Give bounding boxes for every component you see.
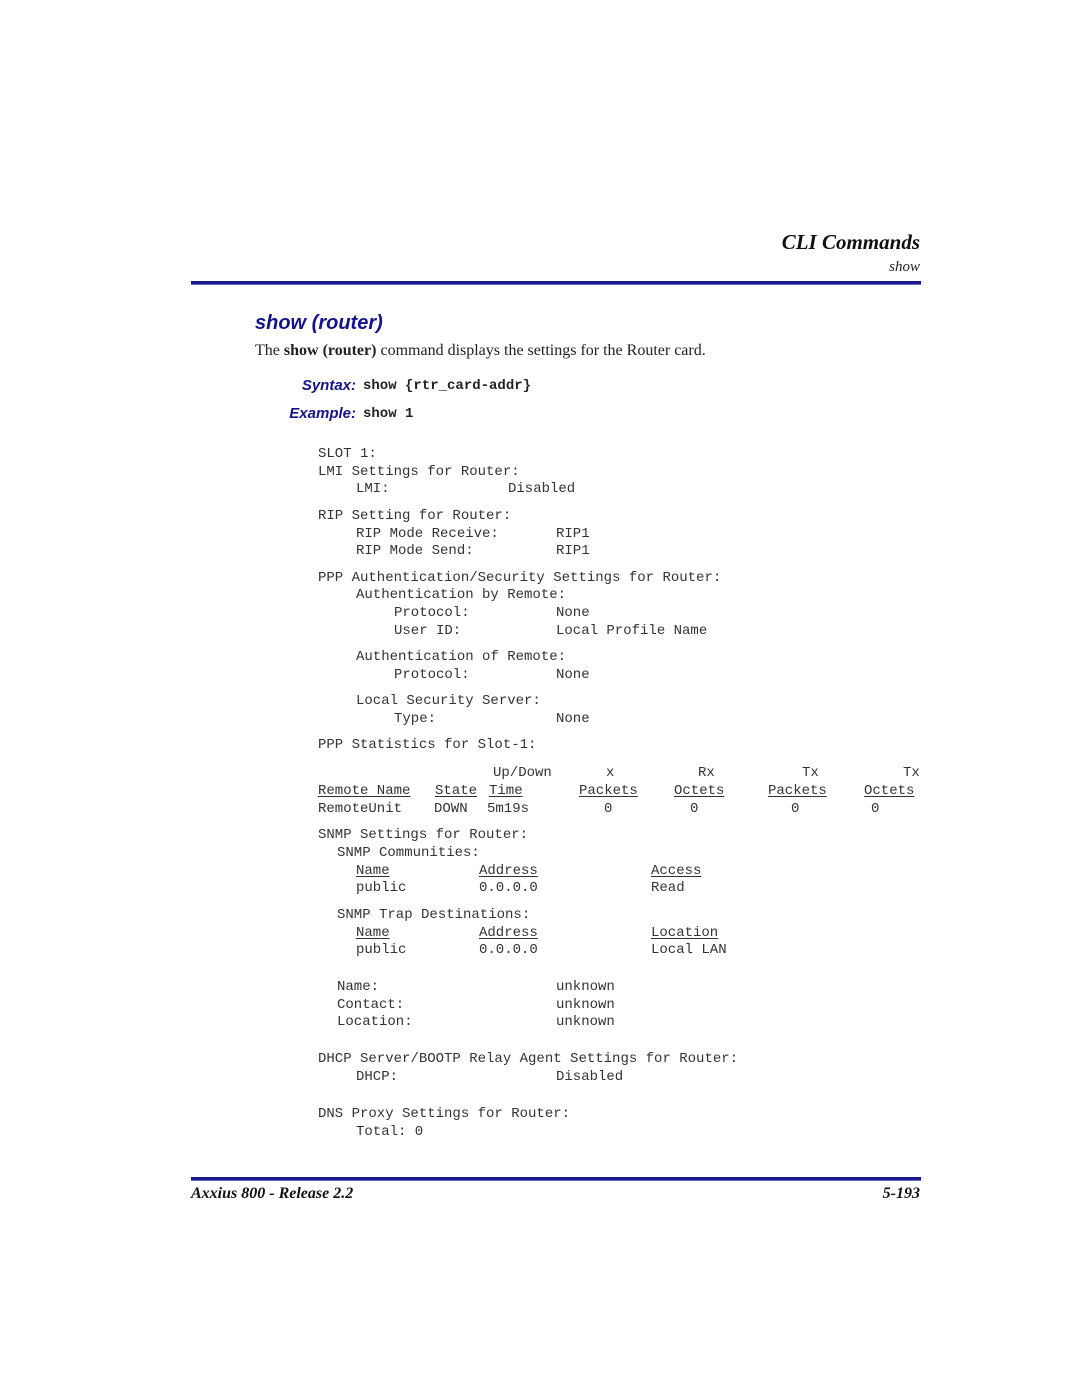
- traps-cell-address: 0.0.0.0: [479, 942, 538, 958]
- rip-heading: RIP Setting for Router:: [318, 508, 512, 524]
- stats-cell-rx-octets: 0: [690, 801, 699, 817]
- traps-col-address: Address: [479, 925, 538, 941]
- desc-text: The: [255, 342, 284, 359]
- ppp-auth-heading: PPP Authentication/Security Settings for…: [318, 570, 722, 586]
- section-title: show (router): [255, 312, 383, 334]
- stats-col-tx-octets: Octets: [864, 783, 915, 799]
- auth-of-remote-heading: Authentication of Remote:: [356, 649, 567, 665]
- running-header-subtitle: show: [889, 259, 920, 275]
- stats-cell-time: 5m19s: [487, 801, 530, 817]
- syntax-label: Syntax:: [301, 377, 356, 394]
- stats-header-top-tx-packets: Tx: [802, 765, 819, 781]
- traps-cell-location: Local LAN: [651, 942, 727, 958]
- communities-cell-name: public: [356, 880, 407, 896]
- dns-heading: DNS Proxy Settings for Router:: [318, 1106, 571, 1122]
- communities-col-access: Access: [651, 863, 702, 879]
- communities-col-address: Address: [479, 863, 538, 879]
- footer-product: Axxius 800 - Release 2.2: [191, 1185, 354, 1202]
- desc-argument: (router): [322, 342, 377, 359]
- rip-receive-value: RIP1: [556, 526, 590, 542]
- auth-by-remote-protocol-label: Protocol:: [394, 605, 470, 621]
- dns-total: Total: 0: [356, 1124, 424, 1140]
- stats-col-remote-name: Remote Name: [318, 783, 411, 799]
- slot-line: SLOT 1:: [318, 446, 377, 462]
- local-security-type-value: None: [556, 711, 590, 727]
- page-number: 5-193: [882, 1185, 920, 1202]
- snmp-name-label: Name:: [337, 979, 380, 995]
- local-security-heading: Local Security Server:: [356, 693, 541, 709]
- running-header-title: CLI Commands: [781, 230, 920, 254]
- traps-col-name: Name: [356, 925, 390, 941]
- auth-of-remote-protocol-value: None: [556, 667, 590, 683]
- stats-cell-rx-packets: 0: [604, 801, 613, 817]
- snmp-name-value: unknown: [556, 979, 615, 995]
- lmi-heading: LMI Settings for Router:: [318, 464, 520, 480]
- stats-col-time: Time: [489, 783, 523, 799]
- stats-cell-tx-packets: 0: [791, 801, 800, 817]
- traps-col-location: Location: [651, 925, 719, 941]
- stats-cell-remote-name: RemoteUnit: [318, 801, 403, 817]
- desc-command: show: [283, 342, 319, 359]
- desc-text-suffix: command displays the settings for the Ro…: [376, 342, 706, 359]
- lmi-value: Disabled: [508, 481, 576, 497]
- auth-of-remote-protocol-label: Protocol:: [394, 667, 470, 683]
- snmp-location-value: unknown: [556, 1014, 615, 1030]
- snmp-heading: SNMP Settings for Router:: [318, 827, 529, 843]
- snmp-contact-value: unknown: [556, 997, 615, 1013]
- stats-col-state: State: [435, 783, 478, 799]
- dhcp-heading: DHCP Server/BOOTP Relay Agent Settings f…: [318, 1051, 739, 1067]
- stats-header-top-tx-octets: Tx: [903, 765, 920, 781]
- local-security-type-label: Type:: [394, 711, 437, 727]
- footer-rule: [191, 1177, 921, 1181]
- rip-receive-label: RIP Mode Receive:: [356, 526, 499, 542]
- section-description: The show (router) command displays the s…: [255, 342, 706, 360]
- rip-send-label: RIP Mode Send:: [356, 543, 474, 559]
- ppp-stats-heading: PPP Statistics for Slot-1:: [318, 737, 537, 753]
- stats-col-tx-packets: Packets: [768, 783, 827, 799]
- auth-by-remote-userid-value: Local Profile Name: [556, 623, 708, 639]
- auth-by-remote-heading: Authentication by Remote:: [356, 587, 567, 603]
- rip-send-value: RIP1: [556, 543, 590, 559]
- snmp-traps-heading: SNMP Trap Destinations:: [337, 907, 531, 923]
- header-rule: [191, 281, 921, 285]
- auth-by-remote-protocol-value: None: [556, 605, 590, 621]
- example-label: Example:: [289, 405, 356, 422]
- communities-col-name: Name: [356, 863, 390, 879]
- stats-header-top-updown: Up/Down: [493, 765, 552, 781]
- traps-cell-name: public: [356, 942, 407, 958]
- lmi-label: LMI:: [356, 481, 390, 497]
- communities-cell-access: Read: [651, 880, 685, 896]
- snmp-location-label: Location:: [337, 1014, 413, 1030]
- dhcp-value: Disabled: [556, 1069, 624, 1085]
- communities-cell-address: 0.0.0.0: [479, 880, 538, 896]
- snmp-communities-heading: SNMP Communities:: [337, 845, 480, 861]
- syntax-value: show {rtr_card-addr}: [363, 378, 532, 394]
- stats-cell-state: DOWN: [434, 801, 468, 817]
- example-value: show 1: [363, 406, 414, 422]
- snmp-contact-label: Contact:: [337, 997, 405, 1013]
- stats-header-top-rx: Rx: [698, 765, 715, 781]
- stats-col-rx-packets: Packets: [579, 783, 638, 799]
- stats-cell-tx-octets: 0: [871, 801, 880, 817]
- auth-by-remote-userid-label: User ID:: [394, 623, 462, 639]
- dhcp-label: DHCP:: [356, 1069, 399, 1085]
- stats-col-rx-octets: Octets: [674, 783, 725, 799]
- stats-header-top-x: x: [606, 765, 615, 781]
